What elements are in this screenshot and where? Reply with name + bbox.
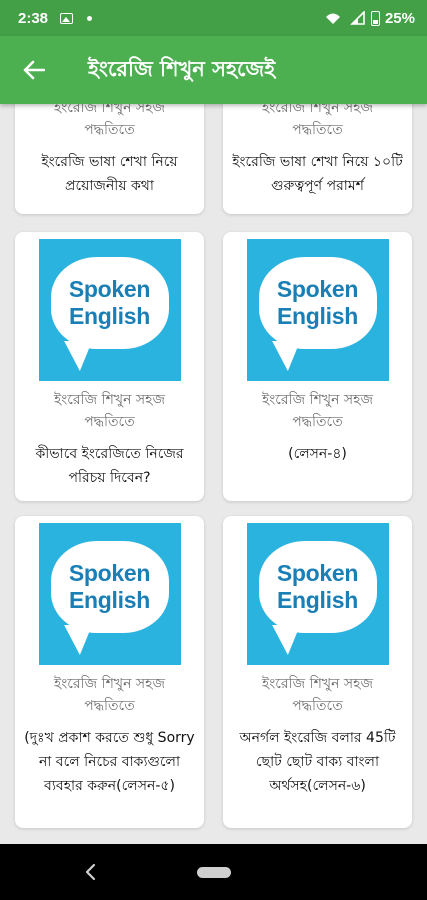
spoken-english-thumbnail: Spoken English xyxy=(246,523,389,665)
lesson-card[interactable]: Spoken English ইংরেজি শিখুন সহজ পদ্ধতিতে… xyxy=(223,232,412,501)
card-subtitle: ইংরেজি শিখুন সহজ পদ্ধতিতে xyxy=(261,104,374,138)
lesson-card[interactable]: ইংরেজি শিখুন সহজ পদ্ধতিতে ইংরেজি ভাষা শে… xyxy=(15,104,204,214)
status-bar: 2:38 25% xyxy=(0,0,427,36)
spoken-english-thumbnail: Spoken English xyxy=(38,239,181,381)
card-title: (লেসন-৪) xyxy=(288,446,347,462)
app-bar: ইংরেজি শিখুন সহজেই xyxy=(0,36,427,104)
status-time: 2:38 xyxy=(18,9,49,27)
home-pill-icon[interactable] xyxy=(197,867,231,878)
speech-bubble-icon: Spoken English xyxy=(258,541,377,633)
card-title: ইংরেজি ভাষা শেখা নিয়ে প্রয়োজনীয় কথা xyxy=(41,154,178,194)
card-title: অনর্গল ইংরেজি বলার 45টি ছোট ছোট বাক্য বা… xyxy=(239,730,396,794)
lesson-card[interactable]: Spoken English ইংরেজি শিখুন সহজ পদ্ধতিতে… xyxy=(223,516,412,828)
battery-icon xyxy=(370,10,380,26)
notification-dot-icon xyxy=(87,15,93,21)
card-grid[interactable]: ইংরেজি শিখুন সহজ পদ্ধতিতে ইংরেজি ভাষা শে… xyxy=(0,104,427,844)
lesson-card[interactable]: Spoken English ইংরেজি শিখুন সহজ পদ্ধতিতে… xyxy=(15,232,204,501)
system-navigation-bar xyxy=(0,844,427,900)
chevron-left-icon[interactable] xyxy=(82,862,100,882)
card-title: ইংরেজি ভাষা শেখা নিয়ে ১০টি গুরুত্বপূর্ণ… xyxy=(232,154,403,194)
wifi-signal-icon xyxy=(325,13,340,24)
card-subtitle: ইংরেজি শিখুন সহজ পদ্ধতিতে xyxy=(261,676,374,714)
cell-signal-icon xyxy=(350,11,365,25)
lesson-card[interactable]: Spoken English ইংরেজি শিখুন সহজ পদ্ধতিতে… xyxy=(15,516,204,828)
speech-bubble-icon: Spoken English xyxy=(50,541,169,633)
speech-bubble-icon: Spoken English xyxy=(50,257,169,349)
card-subtitle: ইংরেজি শিখুন সহজ পদ্ধতিতে xyxy=(53,104,166,138)
arrow-left-icon xyxy=(23,60,45,80)
spoken-english-thumbnail: Spoken English xyxy=(246,239,389,381)
battery-percent: 25% xyxy=(384,9,415,27)
card-subtitle: ইংরেজি শিখুন সহজ পদ্ধতিতে xyxy=(53,392,166,430)
page-title: ইংরেজি শিখুন সহজেই xyxy=(88,56,276,81)
gallery-icon xyxy=(60,12,74,24)
card-title: কীভাবে ইংরেজিতে নিজের পরিচয় দিবেন? xyxy=(35,446,184,486)
lesson-card[interactable]: ইংরেজি শিখুন সহজ পদ্ধতিতে ইংরেজি ভাষা শে… xyxy=(223,104,412,214)
card-subtitle: ইংরেজি শিখুন সহজ পদ্ধতিতে xyxy=(261,392,374,430)
spoken-english-thumbnail: Spoken English xyxy=(38,523,181,665)
card-subtitle: ইংরেজি শিখুন সহজ পদ্ধতিতে xyxy=(53,676,166,714)
speech-bubble-icon: Spoken English xyxy=(258,257,377,349)
back-button[interactable] xyxy=(8,44,60,96)
card-title: (দুঃখ প্রকাশ করতে শুধু Sorry না বলে নিচে… xyxy=(24,730,195,794)
